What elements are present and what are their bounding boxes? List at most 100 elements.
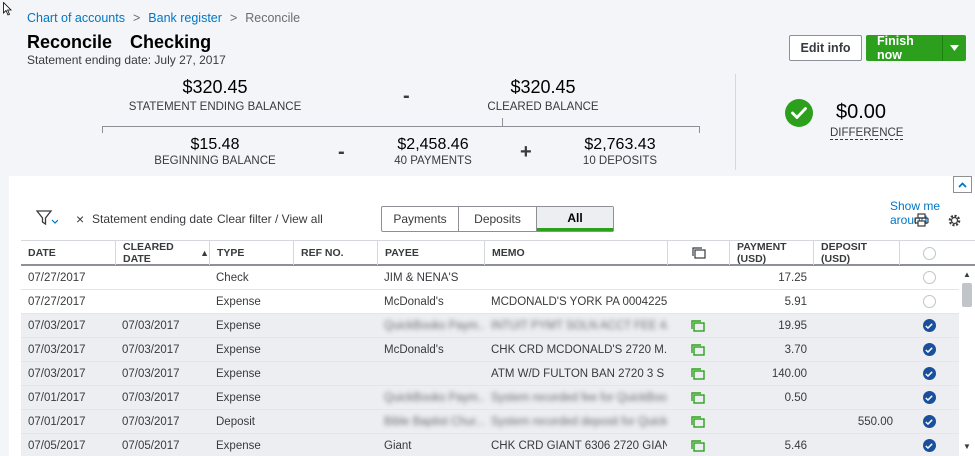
cell-ref-no (293, 434, 377, 456)
cell-memo (484, 266, 667, 289)
col-ref-no[interactable]: REF NO. (293, 241, 377, 265)
gear-icon[interactable] (947, 213, 962, 228)
cell-date: 07/01/2017 (28, 415, 86, 428)
cell-ref-no (293, 314, 377, 337)
col-payee[interactable]: PAYEE (377, 241, 484, 265)
cell-status[interactable] (899, 386, 959, 409)
clear-statement-filter-icon[interactable]: × (76, 211, 84, 227)
cell-status[interactable] (899, 290, 959, 313)
cell-payee: QuickBooks Paym... (384, 391, 484, 404)
bracket-left (102, 126, 103, 133)
cleared-check-icon (922, 343, 936, 356)
cell-payment: 17.25 (778, 271, 807, 284)
breadcrumb: Chart of accounts > Bank register > Reco… (27, 11, 300, 25)
table-row[interactable]: 07/27/2017 Check JIM & NENA'S 17.25 (21, 266, 975, 290)
printer-icon[interactable] (914, 213, 929, 227)
tab-payments[interactable]: Payments (382, 207, 459, 231)
cleared-check-icon (922, 319, 936, 332)
edit-info-button[interactable]: Edit info (789, 35, 862, 61)
account-name: Checking (130, 32, 212, 52)
uncleared-circle-icon (922, 271, 936, 284)
cell-status[interactable] (899, 338, 959, 361)
cell-status[interactable] (899, 410, 959, 433)
breadcrumb-bank-register[interactable]: Bank register (148, 11, 222, 25)
select-all-circle-icon (923, 246, 936, 260)
col-cleared-date[interactable]: CLEARED DATE ▲ (115, 241, 209, 265)
cell-status[interactable] (899, 266, 959, 289)
page-title: Reconcile Checking (27, 32, 211, 53)
cell-payment: 3.70 (784, 343, 807, 356)
scroll-thumb[interactable] (962, 283, 972, 307)
col-type[interactable]: TYPE (209, 241, 293, 265)
cell-status[interactable] (899, 314, 959, 337)
col-attachments (667, 241, 729, 265)
cell-attachment[interactable] (667, 338, 729, 361)
table-row[interactable]: 07/01/2017 07/03/2017 Expense QuickBooks Pa… (21, 386, 975, 410)
tab-all[interactable]: All (537, 207, 613, 231)
col-memo[interactable]: MEMO (484, 241, 667, 265)
bracket-right (699, 126, 700, 133)
cell-attachment[interactable] (667, 434, 729, 456)
cell-ref-no (293, 362, 377, 385)
cell-cleared-date: 07/05/2017 (122, 439, 180, 452)
table-row[interactable]: 07/03/2017 07/03/2017 Expense ATM W/D FULTO… (21, 362, 975, 386)
cell-payee: Giant (384, 439, 412, 452)
cell-payment: 5.91 (784, 295, 807, 308)
cell-memo: MCDONALD'S YORK PA 0004225... (491, 295, 667, 308)
col-status[interactable] (899, 241, 959, 265)
finish-now-button[interactable]: Finish now (866, 34, 966, 62)
cell-payee: JIM & NENA'S (384, 271, 459, 284)
attachment-icon (691, 415, 705, 428)
breadcrumb-chart-of-accounts[interactable]: Chart of accounts (27, 11, 125, 25)
cell-payee: Bible Baptist Chur... (384, 415, 484, 428)
success-check-icon (785, 99, 813, 127)
difference-amount: $0.00 (836, 101, 887, 123)
show-me-around-link[interactable]: Show me around (890, 199, 975, 227)
payments-count-label: 40 PAYMENTS (394, 155, 472, 167)
cell-ref-no (293, 266, 377, 289)
filter-icon[interactable] (36, 210, 58, 226)
scroll-up-arrow-icon[interactable]: ▲ (963, 270, 971, 279)
tab-deposits[interactable]: Deposits (459, 207, 537, 231)
statement-date: Statement ending date: July 27, 2017 (27, 53, 226, 67)
beginning-balance-amount: $15.48 (190, 136, 240, 153)
finish-now-label: Finish now (877, 34, 914, 62)
cell-ref-no (293, 386, 377, 409)
cell-payment: 0.50 (784, 391, 807, 404)
col-payment[interactable]: PAYMENT (USD) (729, 241, 813, 265)
cell-cleared-date: 07/03/2017 (122, 415, 180, 428)
col-deposit[interactable]: DEPOSIT (USD) (813, 241, 899, 265)
cell-attachment[interactable] (667, 314, 729, 337)
cell-status[interactable] (899, 362, 959, 385)
cleared-check-icon (922, 415, 936, 428)
table-row[interactable]: 07/01/2017 07/03/2017 Deposit Bible Baptist… (21, 410, 975, 434)
collapse-summary-button[interactable] (953, 176, 972, 193)
scroll-down-arrow-icon[interactable]: ▼ (963, 442, 971, 451)
cell-deposit (813, 338, 899, 361)
table-row[interactable]: 07/03/2017 07/03/2017 Expense McDonald's CHK… (21, 338, 975, 362)
clear-filter-link[interactable]: Clear filter / View all (217, 212, 323, 226)
table-row[interactable]: 07/05/2017 07/05/2017 Expense Giant CHK CRD … (21, 434, 975, 456)
cell-date: 07/03/2017 (28, 343, 86, 356)
cell-attachment[interactable] (667, 386, 729, 409)
breadcrumb-current: Reconcile (245, 11, 301, 25)
cell-attachment[interactable] (667, 410, 729, 433)
cell-deposit (813, 362, 899, 385)
cell-deposit (813, 290, 899, 313)
cell-attachment (667, 266, 729, 289)
table-row[interactable]: 07/03/2017 07/03/2017 Expense QuickBooks Pa… (21, 314, 975, 338)
attachment-icon (691, 319, 705, 332)
cell-payee: McDonald's (384, 295, 444, 308)
cell-date: 07/03/2017 (28, 319, 86, 332)
cell-cleared-date: 07/03/2017 (122, 367, 180, 380)
bracket-center (502, 118, 503, 126)
col-date[interactable]: DATE (21, 241, 115, 265)
cell-memo: System recorded deposit for QuickB... (491, 415, 667, 428)
cell-attachment[interactable] (667, 362, 729, 385)
cell-payee: McDonald's (384, 343, 444, 356)
cell-memo: System recorded fee for QuickBoo... (491, 391, 667, 404)
cell-date: 07/27/2017 (28, 295, 86, 308)
cell-status[interactable] (899, 434, 959, 456)
table-row[interactable]: 07/27/2017 Expense McDonald's MCDONALD'S YO… (21, 290, 975, 314)
finish-options-dropdown[interactable] (943, 45, 966, 51)
